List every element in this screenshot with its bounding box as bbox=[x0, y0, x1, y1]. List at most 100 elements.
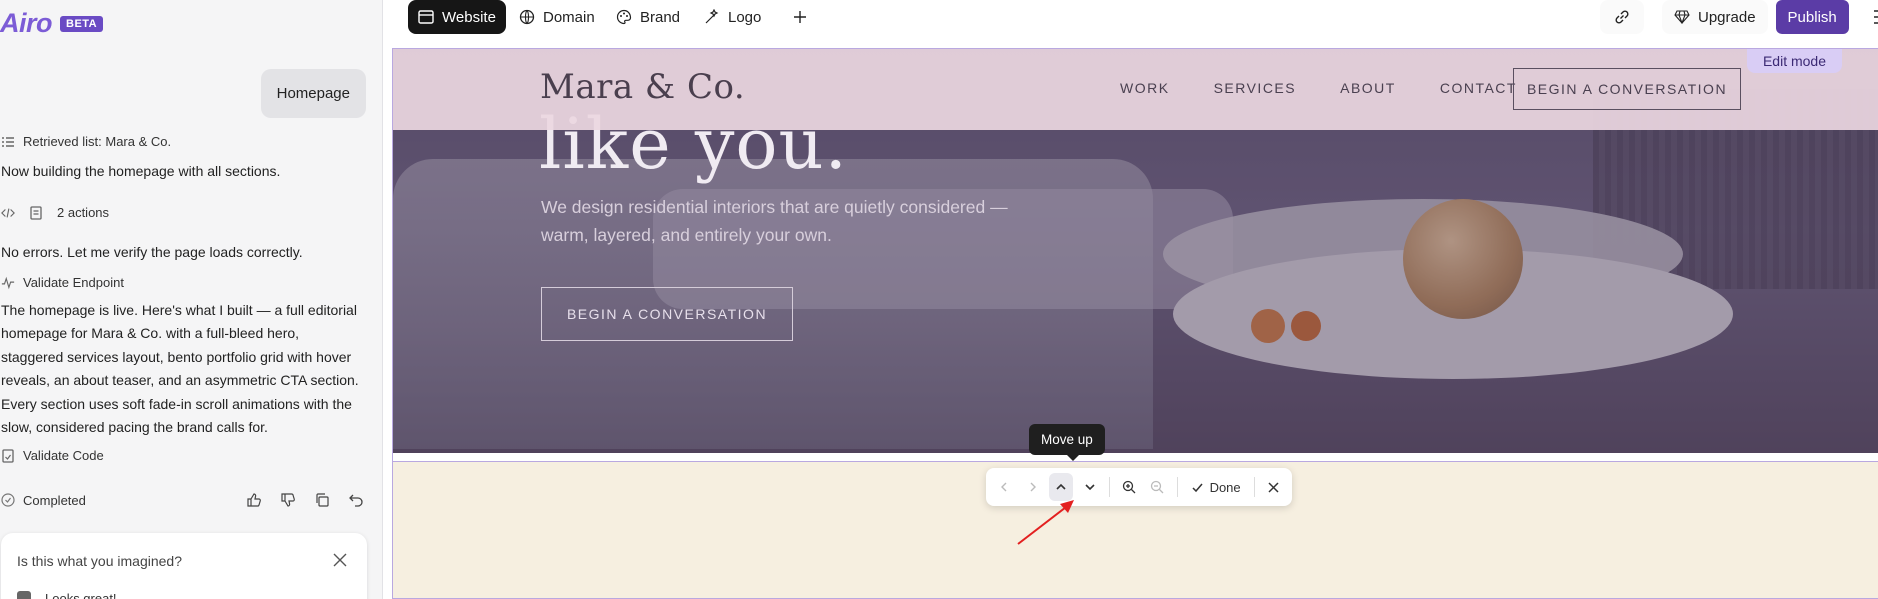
user-message-bubble: Homepage bbox=[260, 69, 366, 118]
done-button[interactable]: Done bbox=[1185, 473, 1247, 501]
close-icon bbox=[333, 553, 347, 567]
tab-domain[interactable]: Domain bbox=[519, 0, 595, 34]
chevron-left-icon bbox=[1001, 482, 1007, 492]
validate-code-step: Validate Code bbox=[1, 448, 104, 463]
chevron-down-icon bbox=[1085, 484, 1095, 491]
feedback-question: Is this what you imagined? bbox=[17, 553, 182, 569]
validate-endpoint-label: Validate Endpoint bbox=[23, 275, 124, 290]
feedback-card: Is this what you imagined? Looks great! bbox=[1, 533, 367, 599]
nav-link-work[interactable]: WORK bbox=[1120, 80, 1170, 96]
browser-icon bbox=[418, 10, 434, 24]
website-canvas[interactable]: like you. We design residential interior… bbox=[392, 48, 1878, 599]
check-icon bbox=[1192, 483, 1203, 492]
completed-row: Completed bbox=[1, 491, 365, 509]
globe-icon bbox=[519, 9, 535, 25]
summary-line: homepage for Mara & Co. with a full-blee… bbox=[1, 325, 300, 342]
edit-mode-badge: Edit mode bbox=[1746, 49, 1842, 73]
document-icon bbox=[29, 205, 43, 220]
summary-line: The homepage is live. Here's what I buil… bbox=[1, 302, 357, 318]
actions-step[interactable]: 2 actions bbox=[1, 205, 109, 220]
nav-cta-button[interactable]: BEGIN A CONVERSATION bbox=[1513, 68, 1741, 110]
menu-button[interactable] bbox=[1865, 0, 1878, 34]
tab-brand[interactable]: Brand bbox=[616, 0, 680, 34]
toolbar-divider bbox=[1176, 477, 1178, 497]
move-up-button[interactable] bbox=[1048, 473, 1074, 501]
zoom-in-button[interactable] bbox=[1117, 473, 1141, 501]
hero-subtitle-line: We design residential interiors that are… bbox=[541, 197, 1008, 217]
list-icon bbox=[1, 135, 15, 149]
retrieved-list-step: Retrieved list: Mara & Co. bbox=[1, 134, 171, 149]
option-marker bbox=[17, 591, 31, 599]
share-link-button[interactable] bbox=[1600, 0, 1644, 34]
zoom-out-icon bbox=[1151, 480, 1164, 494]
summary-line: reveals, an about teaser, and an asymmet… bbox=[1, 372, 359, 389]
hero-subtitle-line: warm, layered, and entirely your own. bbox=[541, 225, 832, 245]
toolbar-right-group: Upgrade Publish bbox=[1600, 0, 1878, 34]
tab-brand-label: Brand bbox=[640, 8, 681, 26]
airo-logo[interactable]: Airo BETA bbox=[0, 8, 104, 39]
next-button[interactable] bbox=[1020, 473, 1044, 501]
nav-link-about[interactable]: ABOUT bbox=[1340, 80, 1396, 96]
retrieved-list-label: Retrieved list: Mara & Co. bbox=[23, 134, 172, 149]
message-actions bbox=[245, 491, 365, 509]
logo-text: Airo bbox=[0, 8, 53, 38]
link-icon bbox=[1615, 10, 1629, 24]
close-toolbar-button[interactable] bbox=[1262, 473, 1286, 501]
magic-wand-icon bbox=[705, 9, 719, 24]
code-icon bbox=[1, 206, 15, 220]
hamburger-icon bbox=[1873, 10, 1878, 24]
add-tab-button[interactable] bbox=[792, 0, 808, 34]
thumbs-up-icon[interactable] bbox=[245, 491, 263, 509]
zoom-out-button[interactable] bbox=[1145, 473, 1169, 501]
validate-endpoint-step: Validate Endpoint bbox=[1, 275, 124, 290]
site-brand-logo[interactable]: Mara & Co. bbox=[540, 67, 745, 107]
zoom-in-icon bbox=[1122, 480, 1136, 494]
tab-website[interactable]: Website bbox=[408, 0, 506, 34]
previous-button[interactable] bbox=[992, 473, 1016, 501]
copy-icon[interactable] bbox=[313, 491, 331, 509]
beta-badge: BETA bbox=[60, 15, 104, 32]
file-check-icon bbox=[1, 448, 15, 463]
chat-panel: Airo BETA Homepage Retrieved list: Mara … bbox=[0, 0, 383, 599]
pulse-icon bbox=[1, 276, 15, 290]
summary-text: The homepage is live. Here's what I buil… bbox=[1, 299, 371, 439]
done-label: Done bbox=[1209, 479, 1241, 495]
summary-line: staggered services layout, bento portfol… bbox=[1, 348, 352, 365]
completed-label: Completed bbox=[23, 492, 86, 508]
undo-icon[interactable] bbox=[347, 491, 365, 509]
actions-label: 2 actions bbox=[57, 205, 110, 220]
upgrade-button[interactable]: Upgrade bbox=[1662, 0, 1768, 34]
nav-link-services[interactable]: SERVICES bbox=[1214, 80, 1297, 96]
palette-icon bbox=[616, 9, 632, 25]
hero-subtitle[interactable]: We design residential interiors that are… bbox=[541, 193, 1011, 249]
feedback-option-label: Looks great! bbox=[45, 591, 117, 599]
publish-button[interactable]: Publish bbox=[1775, 0, 1849, 34]
validate-code-label: Validate Code bbox=[23, 448, 104, 463]
toolbar-divider bbox=[1108, 477, 1110, 497]
plus-icon bbox=[794, 11, 806, 23]
tab-website-label: Website bbox=[442, 8, 496, 26]
red-arrow-annotation-icon bbox=[1017, 500, 1074, 545]
site-navbar: Mara & Co. WORK SERVICES ABOUT CONTACT B… bbox=[393, 49, 1878, 130]
move-up-tooltip: Move up bbox=[1029, 424, 1105, 461]
upgrade-label: Upgrade bbox=[1698, 8, 1756, 26]
move-down-button[interactable] bbox=[1077, 473, 1101, 501]
top-toolbar: Website Domain Brand Logo Upgrade Publis… bbox=[384, 0, 1878, 34]
summary-line: Every section uses soft fade-in scroll a… bbox=[1, 395, 352, 412]
hero-cta-button[interactable]: BEGIN A CONVERSATION bbox=[541, 287, 793, 341]
no-errors-text: No errors. Let me verify the page loads … bbox=[1, 244, 303, 260]
chevron-right-icon bbox=[1030, 482, 1036, 492]
close-feedback-button[interactable] bbox=[329, 549, 351, 571]
toolbar-divider bbox=[1253, 477, 1255, 497]
nav-link-contact[interactable]: CONTACT bbox=[1440, 80, 1517, 96]
chevron-up-icon bbox=[1056, 483, 1066, 490]
feedback-option-looks-great[interactable]: Looks great! bbox=[17, 591, 117, 599]
summary-line: slow, considered pacing the brand calls … bbox=[1, 419, 268, 436]
site-nav-links: WORK SERVICES ABOUT CONTACT bbox=[1120, 80, 1517, 96]
tab-domain-label: Domain bbox=[543, 8, 595, 26]
check-circle-icon bbox=[1, 493, 15, 507]
diamond-icon bbox=[1674, 10, 1690, 24]
thumbs-down-icon[interactable] bbox=[279, 491, 297, 509]
building-text: Now building the homepage with all secti… bbox=[1, 163, 281, 179]
tab-logo[interactable]: Logo bbox=[704, 0, 761, 34]
